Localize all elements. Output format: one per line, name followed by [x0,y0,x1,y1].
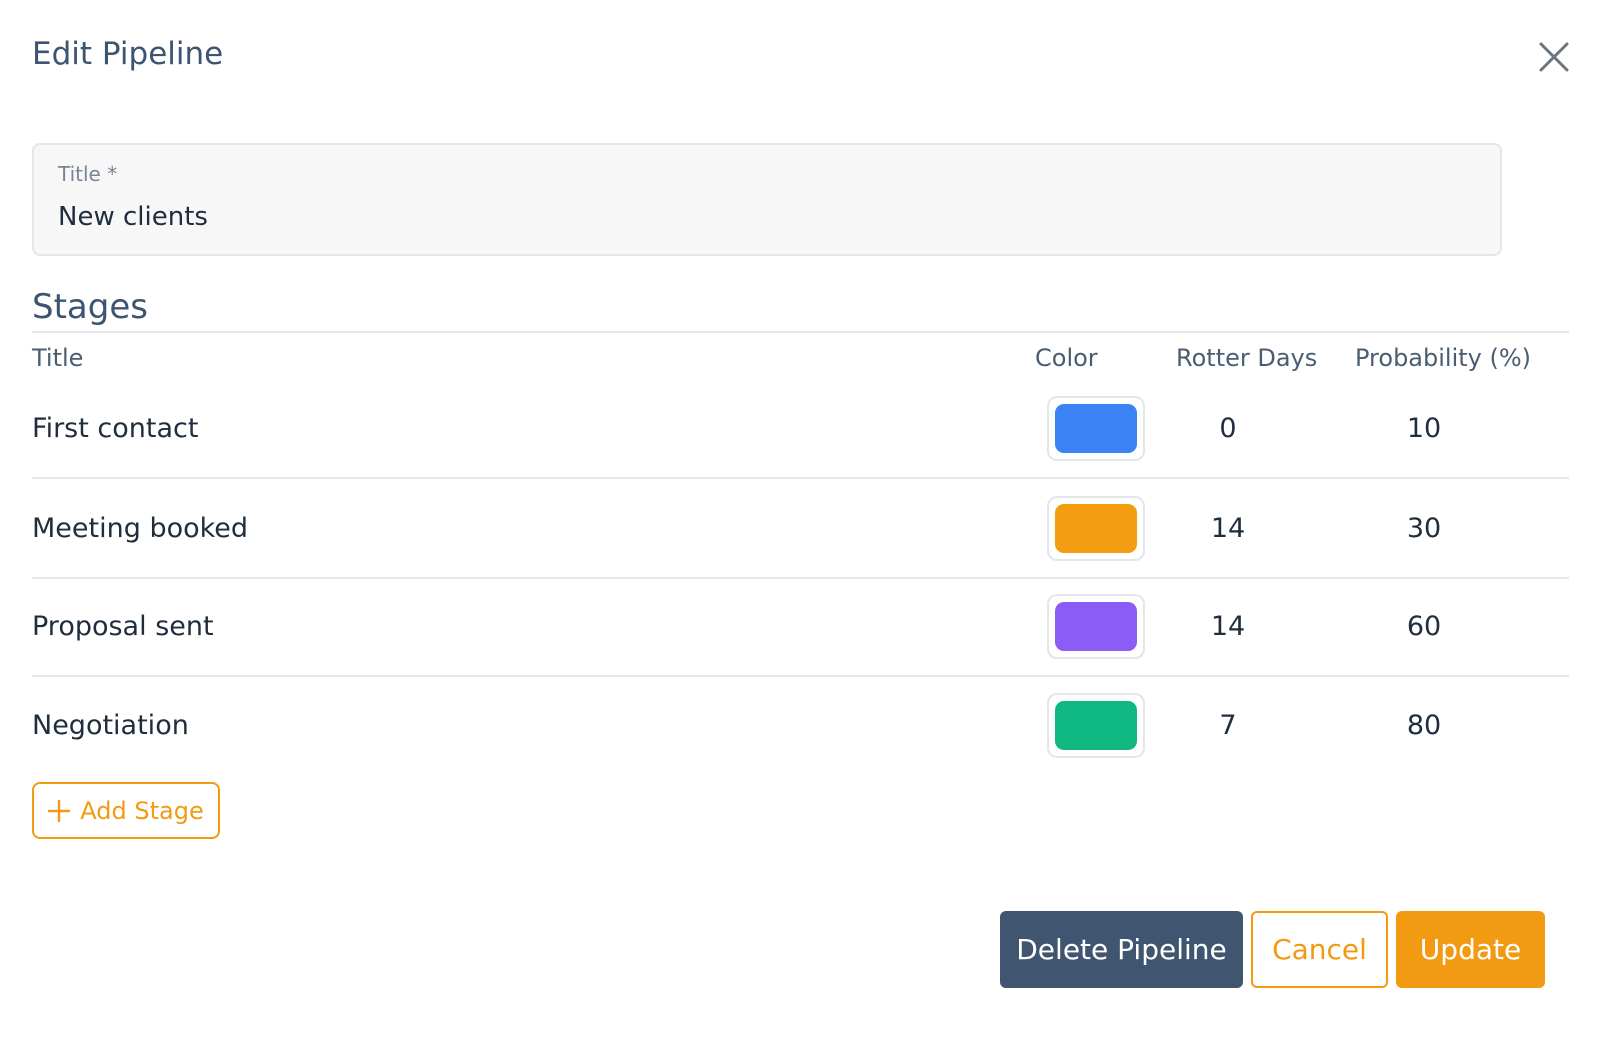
dialog-title: Edit Pipeline [32,36,224,72]
add-stage-label: Add Stage [80,796,204,825]
title-input[interactable] [58,197,1458,237]
stage-probability[interactable]: 30 [1364,479,1484,577]
title-field[interactable]: Title * [32,143,1502,256]
color-swatch [1055,404,1137,453]
stage-title[interactable]: First contact [32,379,198,477]
close-icon [1539,42,1569,72]
stage-color-picker[interactable] [1047,594,1145,659]
stage-probability[interactable]: 10 [1364,379,1484,477]
stages-heading: Stages [32,287,148,327]
close-button[interactable] [1535,38,1573,76]
stage-probability[interactable]: 60 [1364,577,1484,675]
stage-rotter-days[interactable]: 0 [1168,379,1288,477]
stages-divider [32,331,1569,333]
color-swatch [1055,602,1137,651]
stage-color-picker[interactable] [1047,496,1145,561]
edit-pipeline-dialog: Edit Pipeline Title * Stages Title Color… [0,0,1600,1040]
stage-row: Proposal sent 14 60 [32,577,1569,677]
stage-color-picker[interactable] [1047,693,1145,758]
stage-rotter-days[interactable]: 14 [1168,577,1288,675]
color-swatch [1055,701,1137,750]
column-header-rotter-days: Rotter Days [1176,344,1318,372]
color-swatch [1055,504,1137,553]
column-header-probability: Probability (%) [1355,344,1532,372]
stage-probability[interactable]: 80 [1364,676,1484,774]
stage-row: First contact 0 10 [32,379,1569,479]
column-header-color: Color [1035,344,1098,372]
stage-title[interactable]: Meeting booked [32,479,248,577]
stage-title[interactable]: Proposal sent [32,577,214,675]
stage-color-picker[interactable] [1047,396,1145,461]
stage-rotter-days[interactable]: 14 [1168,479,1288,577]
stage-row: Negotiation 7 80 [32,676,1569,774]
add-stage-button[interactable]: Add Stage [32,782,220,839]
update-button[interactable]: Update [1396,911,1545,988]
column-header-title: Title [32,344,84,372]
plus-icon [48,799,71,822]
stage-row: Meeting booked 14 30 [32,479,1569,579]
stage-rotter-days[interactable]: 7 [1168,676,1288,774]
title-field-label: Title * [58,162,118,186]
stage-title[interactable]: Negotiation [32,676,189,774]
cancel-button[interactable]: Cancel [1251,911,1388,988]
delete-pipeline-button[interactable]: Delete Pipeline [1000,911,1243,988]
